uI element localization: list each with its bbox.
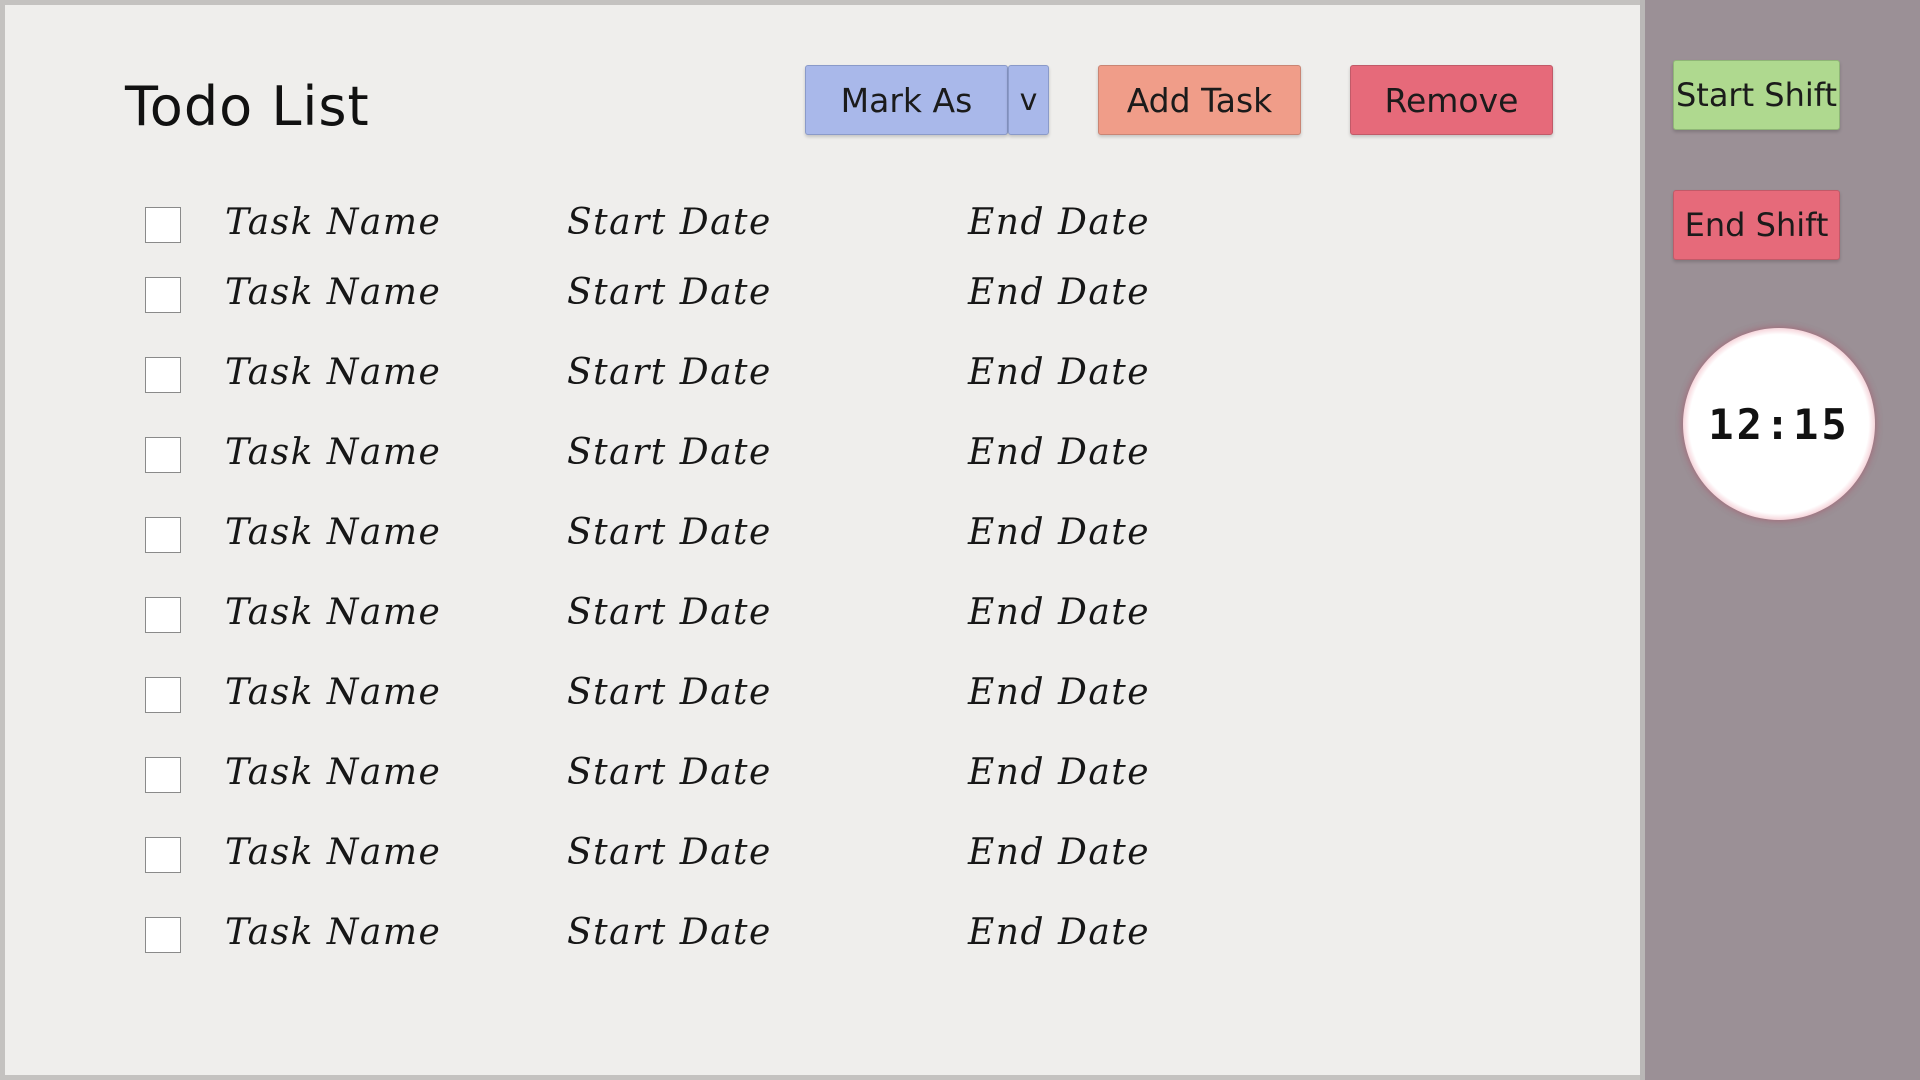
task-name: Task Name bbox=[225, 432, 442, 473]
task-start-date: Start Date bbox=[567, 512, 772, 553]
task-end-date: End Date bbox=[968, 202, 1151, 243]
task-end-date: End Date bbox=[968, 512, 1151, 553]
clock-time: 12:15 bbox=[1708, 399, 1850, 449]
task-checkbox[interactable] bbox=[145, 917, 181, 953]
task-checkbox[interactable] bbox=[145, 437, 181, 473]
page-title: Todo List bbox=[125, 75, 370, 138]
task-start-date: Start Date bbox=[567, 202, 772, 243]
remove-button[interactable]: Remove bbox=[1350, 65, 1553, 135]
task-checkbox[interactable] bbox=[145, 677, 181, 713]
end-shift-button[interactable]: End Shift bbox=[1673, 190, 1840, 260]
task-name: Task Name bbox=[225, 672, 442, 713]
task-checkbox[interactable] bbox=[145, 597, 181, 633]
task-name: Task Name bbox=[225, 352, 442, 393]
task-checkbox[interactable] bbox=[145, 357, 181, 393]
task-name: Task Name bbox=[225, 832, 442, 873]
task-checkbox[interactable] bbox=[145, 277, 181, 313]
task-name: Task Name bbox=[225, 272, 442, 313]
shift-sidebar bbox=[1640, 0, 1920, 1080]
task-start-date: Start Date bbox=[567, 832, 772, 873]
task-checkbox[interactable] bbox=[145, 757, 181, 793]
task-start-date: Start Date bbox=[567, 272, 772, 313]
task-start-date: Start Date bbox=[567, 592, 772, 633]
task-name: Task Name bbox=[225, 592, 442, 633]
task-end-date: End Date bbox=[968, 672, 1151, 713]
task-start-date: Start Date bbox=[567, 352, 772, 393]
task-end-date: End Date bbox=[968, 272, 1151, 313]
task-end-date: End Date bbox=[968, 432, 1151, 473]
task-checkbox[interactable] bbox=[145, 837, 181, 873]
task-checkbox[interactable] bbox=[145, 207, 181, 243]
mark-as-dropdown-button[interactable]: v bbox=[1008, 65, 1049, 135]
shift-clock: 12:15 bbox=[1683, 328, 1875, 520]
main-panel: Todo List Mark As v Add Task Remove Task… bbox=[5, 5, 1640, 1075]
task-start-date: Start Date bbox=[567, 912, 772, 953]
mark-as-button[interactable]: Mark As bbox=[805, 65, 1008, 135]
task-name: Task Name bbox=[225, 512, 442, 553]
task-end-date: End Date bbox=[968, 832, 1151, 873]
task-end-date: End Date bbox=[968, 752, 1151, 793]
task-start-date: Start Date bbox=[567, 432, 772, 473]
task-end-date: End Date bbox=[968, 352, 1151, 393]
start-shift-button[interactable]: Start Shift bbox=[1673, 60, 1840, 130]
task-start-date: Start Date bbox=[567, 752, 772, 793]
task-end-date: End Date bbox=[968, 592, 1151, 633]
task-name: Task Name bbox=[225, 912, 442, 953]
task-start-date: Start Date bbox=[567, 672, 772, 713]
task-name: Task Name bbox=[225, 202, 442, 243]
task-name: Task Name bbox=[225, 752, 442, 793]
task-checkbox[interactable] bbox=[145, 517, 181, 553]
task-end-date: End Date bbox=[968, 912, 1151, 953]
add-task-button[interactable]: Add Task bbox=[1098, 65, 1301, 135]
